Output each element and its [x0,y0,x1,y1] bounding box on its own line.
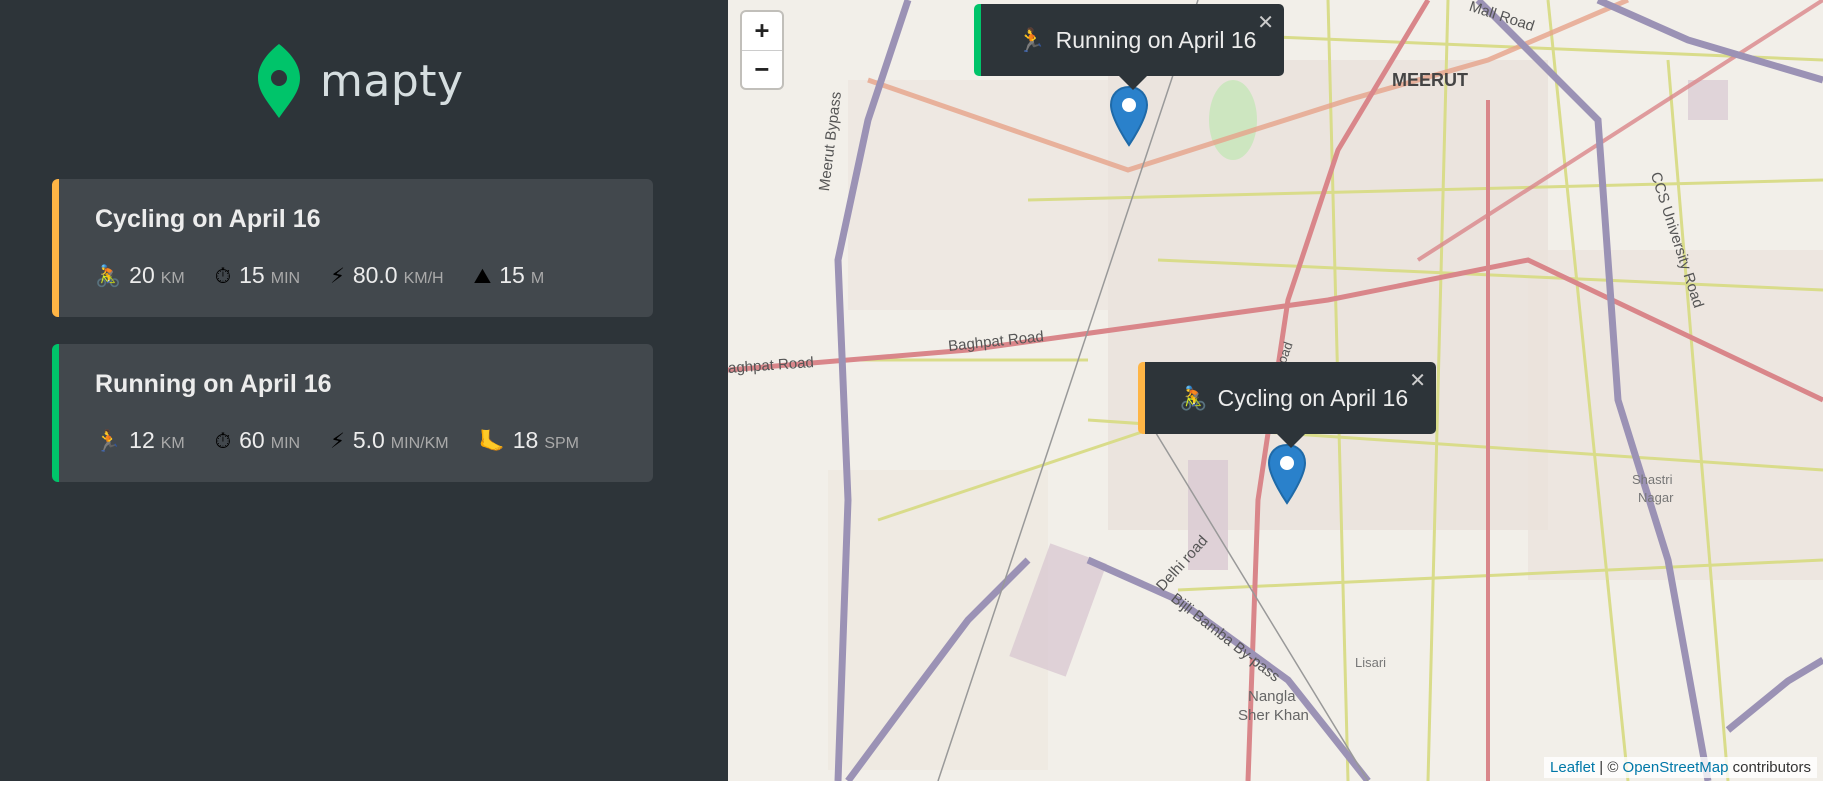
detail-unit: KM/H [403,270,444,287]
attribution-separator: | © [1595,759,1623,776]
runner-icon: 🏃 [95,429,122,453]
foot-icon: 🦶 [478,429,505,453]
zoom-in-button[interactable]: + [742,12,782,51]
workout-detail-elevation: ⛰ 15 M [474,262,545,289]
detail-value: 60 [239,427,265,453]
workout-detail-speed: ⚡ 80.0 KM/H [330,262,444,289]
detail-unit: MIN [270,435,301,452]
workout-detail-distance: 🚴 20 KM [95,262,185,289]
map-marker-icon[interactable] [1109,85,1149,147]
workout-card-running[interactable]: Running on April 16 🏃 12 KM ⏱ 60 MIN ⚡ 5… [52,344,653,482]
map-label-meerut: MEERUT [1392,70,1468,90]
runner-icon: 🏃 [1017,26,1046,53]
detail-value: 12 [129,427,155,453]
detail-value: 20 [129,262,155,288]
workout-detail-distance: 🏃 12 KM [95,427,185,454]
map-label-shastri: Shastri [1632,472,1673,487]
map-label-sher-khan: Sher Khan [1238,707,1309,724]
workout-detail-duration: ⏱ 15 MIN [215,262,300,289]
workout-title: Running on April 16 [95,370,332,398]
detail-unit: KM [160,435,185,452]
workout-card-cycling[interactable]: Cycling on April 16 🚴 20 KM ⏱ 15 MIN ⚡ 8… [52,179,653,317]
app: mapty Cycling on April 16 🚴 20 KM ⏱ 15 M… [0,0,1823,781]
popup-tip [1118,76,1147,90]
workout-detail-cadence: 🦶 18 SPM [479,427,579,454]
close-icon[interactable]: ✕ [1257,10,1274,35]
detail-value: 80.0 [352,262,398,288]
map-attribution: Leaflet | © OpenStreetMap contributors [1544,757,1817,778]
leaflet-link[interactable]: Leaflet [1550,759,1595,776]
detail-unit: KM [160,270,185,287]
stopwatch-icon: ⏱ [214,264,232,288]
cyclist-icon: 🚴 [1179,384,1208,411]
zoom-control: + − [742,12,782,88]
popup-text: Cycling on April 16 [1217,384,1409,411]
zoom-out-button[interactable]: − [742,51,782,89]
openstreetmap-link[interactable]: OpenStreetMap [1623,759,1729,776]
workout-details: 🚴 20 KM ⏱ 15 MIN ⚡ 80.0 KM/H ⛰ 15 M [95,262,574,289]
popup-text: Running on April 16 [1055,26,1257,53]
map-label-nagar: Nagar [1638,490,1674,505]
workout-details: 🏃 12 KM ⏱ 60 MIN ⚡ 5.0 MIN/KM 🦶 18 SPM [95,427,609,454]
map[interactable]: MEERUT Mall Road Meerut Bypass Baghpat R… [728,0,1823,781]
detail-value: 15 [239,262,265,288]
lightning-icon: ⚡ [330,429,345,453]
workout-detail-pace: ⚡ 5.0 MIN/KM [330,427,449,454]
detail-value: 15 [499,262,525,288]
close-icon[interactable]: ✕ [1409,368,1426,393]
map-label-nangla: Nangla [1248,688,1296,705]
detail-value: 5.0 [352,427,385,453]
detail-unit: MIN/KM [390,435,449,452]
attribution-suffix: contributors [1728,759,1811,776]
stopwatch-icon: ⏱ [214,429,232,453]
popup-cycling[interactable]: 🚴 Cycling on April 16 ✕ [1138,362,1436,448]
detail-unit: MIN [270,270,301,287]
popup-tip [1276,434,1305,448]
workout-title: Cycling on April 16 [95,205,321,233]
detail-unit: SPM [544,435,579,452]
mountain-icon: ⛰ [473,264,492,288]
logo-text: mapty [320,55,464,107]
popup-running[interactable]: 🏃 Running on April 16 ✕ [974,4,1284,90]
sidebar: mapty Cycling on April 16 🚴 20 KM ⏱ 15 M… [0,0,728,781]
lightning-icon: ⚡ [330,264,345,288]
detail-unit: M [530,270,545,287]
map-pin-logo-icon [258,44,300,118]
logo: mapty [256,42,464,120]
map-label-lisari: Lisari [1355,655,1387,670]
cyclist-icon: 🚴 [95,264,122,288]
detail-value: 18 [512,427,539,453]
map-marker-icon[interactable] [1267,443,1307,505]
workout-detail-duration: ⏱ 60 MIN [215,427,300,454]
